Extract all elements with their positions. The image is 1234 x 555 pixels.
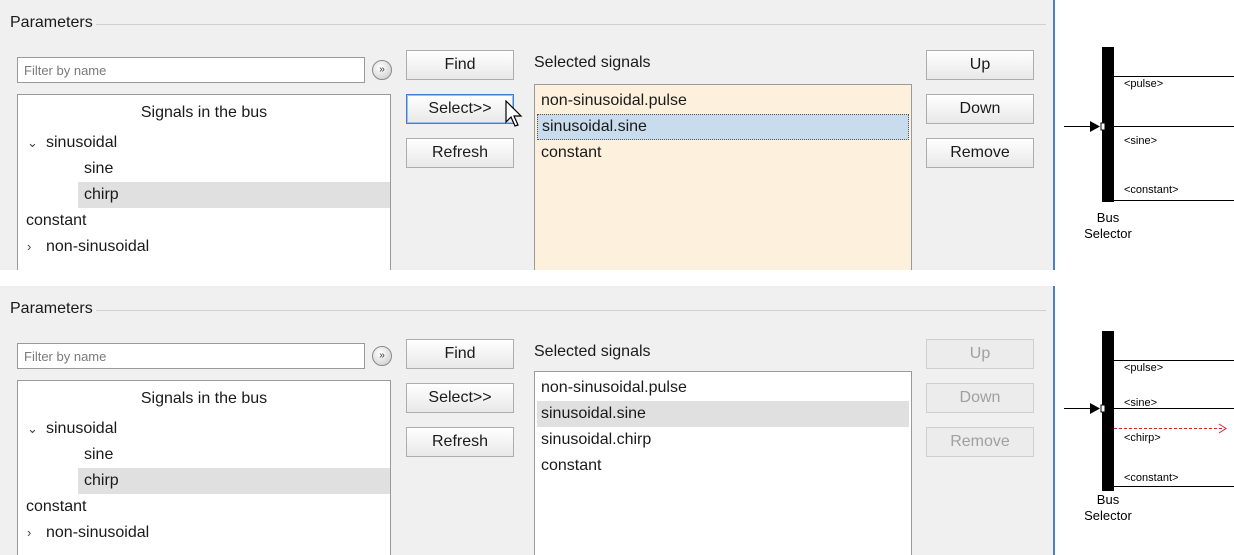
selected-signals-label: Selected signals (534, 343, 651, 360)
parameters-group-title: Parameters (10, 300, 93, 317)
find-button[interactable]: Find (406, 50, 514, 80)
tree-item-label: sinusoidal (46, 420, 118, 437)
tree-item-chirp[interactable]: chirp (78, 468, 390, 494)
chevron-double-down-icon[interactable]: » (372, 346, 392, 366)
parameters-group-title: Parameters (10, 14, 93, 31)
up-button[interactable]: Up (926, 339, 1034, 369)
selected-signals-label: Selected signals (534, 54, 651, 71)
refresh-button[interactable]: Refresh (406, 138, 514, 168)
selected-item-pulse[interactable]: non-sinusoidal.pulse (537, 88, 909, 114)
arrow-right-icon (1090, 121, 1106, 132)
tree-header: Signals in the bus (140, 390, 268, 407)
caption-line-2: Selector (1084, 508, 1132, 523)
tree-item-label: chirp (84, 186, 119, 203)
top-panel-divider (1053, 0, 1055, 270)
arrow-right-icon (1090, 403, 1106, 414)
new-signal-line-chirp (1114, 428, 1222, 429)
port-label-pulse: <pulse> (1124, 362, 1164, 374)
tree-item-constant[interactable]: constant (18, 208, 390, 234)
chevron-right-icon[interactable]: › (27, 234, 31, 260)
mouse-pointer-icon (505, 100, 523, 127)
caption-line-2: Selector (1084, 226, 1132, 241)
output-line-pulse (1114, 76, 1234, 77)
selected-signals-list[interactable]: non-sinusoidal.pulse sinusoidal.sine con… (534, 84, 912, 270)
tree-item-sinusoidal[interactable]: ⌄ sinusoidal (18, 416, 390, 442)
bottom-panel-divider (1053, 286, 1055, 555)
tree-item-label: chirp (84, 472, 119, 489)
tree-item-label: constant (26, 498, 87, 515)
group-border (96, 24, 1046, 25)
tree-item-non-sinusoidal[interactable]: › non-sinusoidal (18, 234, 390, 260)
bus-selector-diagram: <pulse> <sine> <chirp> <constant> Bus Se… (1060, 286, 1234, 555)
output-line-sine (1114, 126, 1234, 127)
filter-by-name-input[interactable] (17, 57, 365, 83)
signals-in-bus-tree[interactable]: Signals in the bus ⌄ sinusoidal sine chi… (17, 380, 391, 555)
chevron-double-down-icon[interactable]: » (372, 60, 392, 80)
port-label-constant: <constant> (1124, 184, 1179, 196)
chevron-down-icon[interactable]: ⌄ (27, 416, 38, 442)
tree-item-label: sine (84, 160, 114, 177)
output-line-constant (1114, 200, 1234, 201)
select-button[interactable]: Select>> (406, 383, 514, 413)
port-label-sine: <sine> (1124, 135, 1158, 147)
selected-item-sine[interactable]: sinusoidal.sine (537, 114, 909, 140)
selected-item-chirp[interactable]: sinusoidal.chirp (537, 427, 909, 453)
select-button[interactable]: Select>> (406, 94, 514, 124)
refresh-button[interactable]: Refresh (406, 427, 514, 457)
selected-signals-list[interactable]: non-sinusoidal.pulse sinusoidal.sine sin… (534, 371, 912, 555)
tree-item-non-sinusoidal[interactable]: › non-sinusoidal (18, 520, 390, 546)
selected-item-constant[interactable]: constant (537, 140, 909, 166)
tree-item-label: non-sinusoidal (46, 524, 150, 541)
tree-item-label: sinusoidal (46, 134, 118, 151)
down-button[interactable]: Down (926, 94, 1034, 124)
remove-button[interactable]: Remove (926, 427, 1034, 457)
selected-item-pulse[interactable]: non-sinusoidal.pulse (537, 375, 909, 401)
port-label-chirp: <chirp> (1124, 432, 1161, 444)
dashed-arrow-icon (1218, 423, 1227, 434)
signals-in-bus-tree[interactable]: Signals in the bus ⌄ sinusoidal sine chi… (17, 94, 391, 270)
bus-selector-diagram: <pulse> <sine> <constant> Bus Selector (1060, 0, 1234, 270)
remove-button[interactable]: Remove (926, 138, 1034, 168)
tree-item-chirp[interactable]: chirp (78, 182, 390, 208)
selected-item-constant[interactable]: constant (537, 453, 909, 479)
bus-selector-caption: Bus Selector (1080, 210, 1136, 242)
tree-item-label: constant (26, 212, 87, 229)
output-line-constant (1114, 486, 1234, 487)
chevron-right-icon[interactable]: › (27, 520, 31, 546)
find-button[interactable]: Find (406, 339, 514, 369)
filter-by-name-input[interactable] (17, 343, 365, 369)
port-label-pulse: <pulse> (1124, 78, 1164, 90)
tree-item-sine[interactable]: sine (18, 156, 390, 182)
group-border (96, 310, 1046, 311)
down-button[interactable]: Down (926, 383, 1034, 413)
tree-item-label: sine (84, 446, 114, 463)
tree-item-constant[interactable]: constant (18, 494, 390, 520)
tree-header: Signals in the bus (140, 104, 268, 121)
caption-line-1: Bus (1096, 210, 1120, 225)
port-label-sine: <sine> (1124, 397, 1158, 409)
caption-line-1: Bus (1096, 492, 1120, 507)
output-line-pulse (1114, 360, 1234, 361)
selected-item-sine[interactable]: sinusoidal.sine (537, 401, 909, 427)
tree-item-sine[interactable]: sine (18, 442, 390, 468)
up-button[interactable]: Up (926, 50, 1034, 80)
tree-item-sinusoidal[interactable]: ⌄ sinusoidal (18, 130, 390, 156)
chevron-down-icon[interactable]: ⌄ (27, 130, 38, 156)
bus-selector-caption: Bus Selector (1080, 492, 1136, 524)
tree-item-label: non-sinusoidal (46, 238, 150, 255)
port-label-constant: <constant> (1124, 472, 1179, 484)
